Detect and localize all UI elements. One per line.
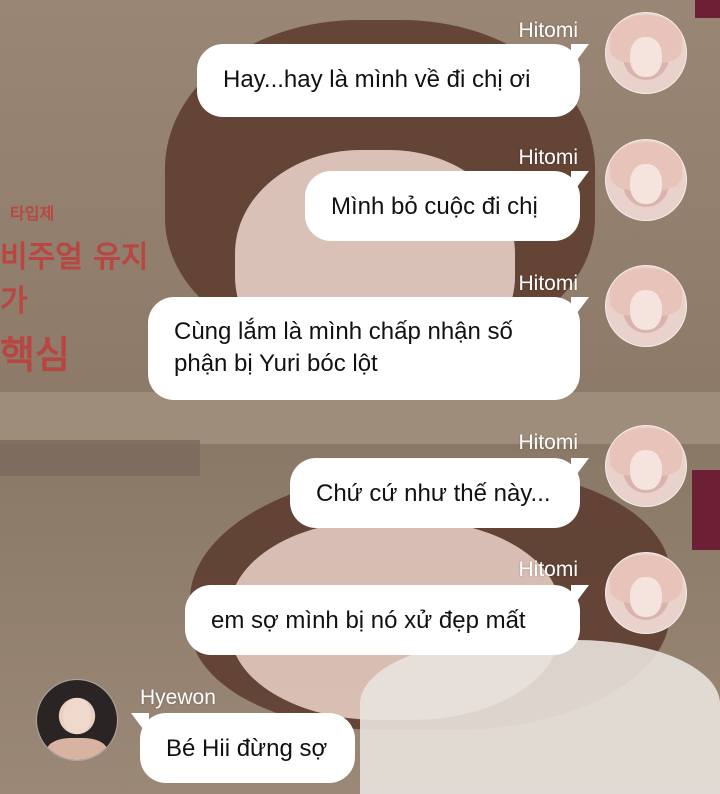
avatar-hitomi[interactable] — [605, 552, 687, 634]
sender-name: Hitomi — [518, 146, 578, 169]
sender-name: Hyewon — [140, 686, 216, 709]
message-line: phận bị Yuri bóc lột — [174, 350, 378, 377]
avatar-hyewon[interactable] — [36, 679, 118, 761]
message-bubble[interactable]: Mình bỏ cuộc đi chị — [305, 171, 589, 241]
avatar-hitomi[interactable] — [605, 139, 687, 221]
message-bubble[interactable]: Cùng lắm là mình chấp nhận số phận bị Yu… — [148, 297, 589, 400]
background-caption: 타입제 비주얼 유지가 핵심 — [0, 200, 170, 379]
background-caption-line3: 핵심 — [0, 333, 70, 377]
sender-name: Hitomi — [518, 19, 578, 42]
message-line: Cùng lắm là mình chấp nhận số — [174, 318, 513, 345]
sender-name: Hitomi — [518, 272, 578, 295]
sender-name: Hitomi — [518, 431, 578, 454]
avatar-hitomi[interactable] — [605, 265, 687, 347]
avatar-hitomi[interactable] — [605, 425, 687, 507]
background-caption-line1: 타입제 — [10, 204, 55, 223]
sender-name: Hitomi — [518, 558, 578, 581]
background-caption-line2: 비주얼 유지가 — [0, 240, 149, 319]
avatar-hitomi[interactable] — [605, 12, 687, 94]
message-bubble[interactable]: Bé Hii đừng sợ — [131, 713, 355, 783]
message-bubble[interactable]: Chứ cứ như thế này... — [290, 458, 589, 528]
message-bubble[interactable]: Hay...hay là mình về đi chị ơi — [197, 44, 589, 117]
message-bubble[interactable]: em sợ mình bị nó xử đẹp mất — [185, 585, 589, 655]
